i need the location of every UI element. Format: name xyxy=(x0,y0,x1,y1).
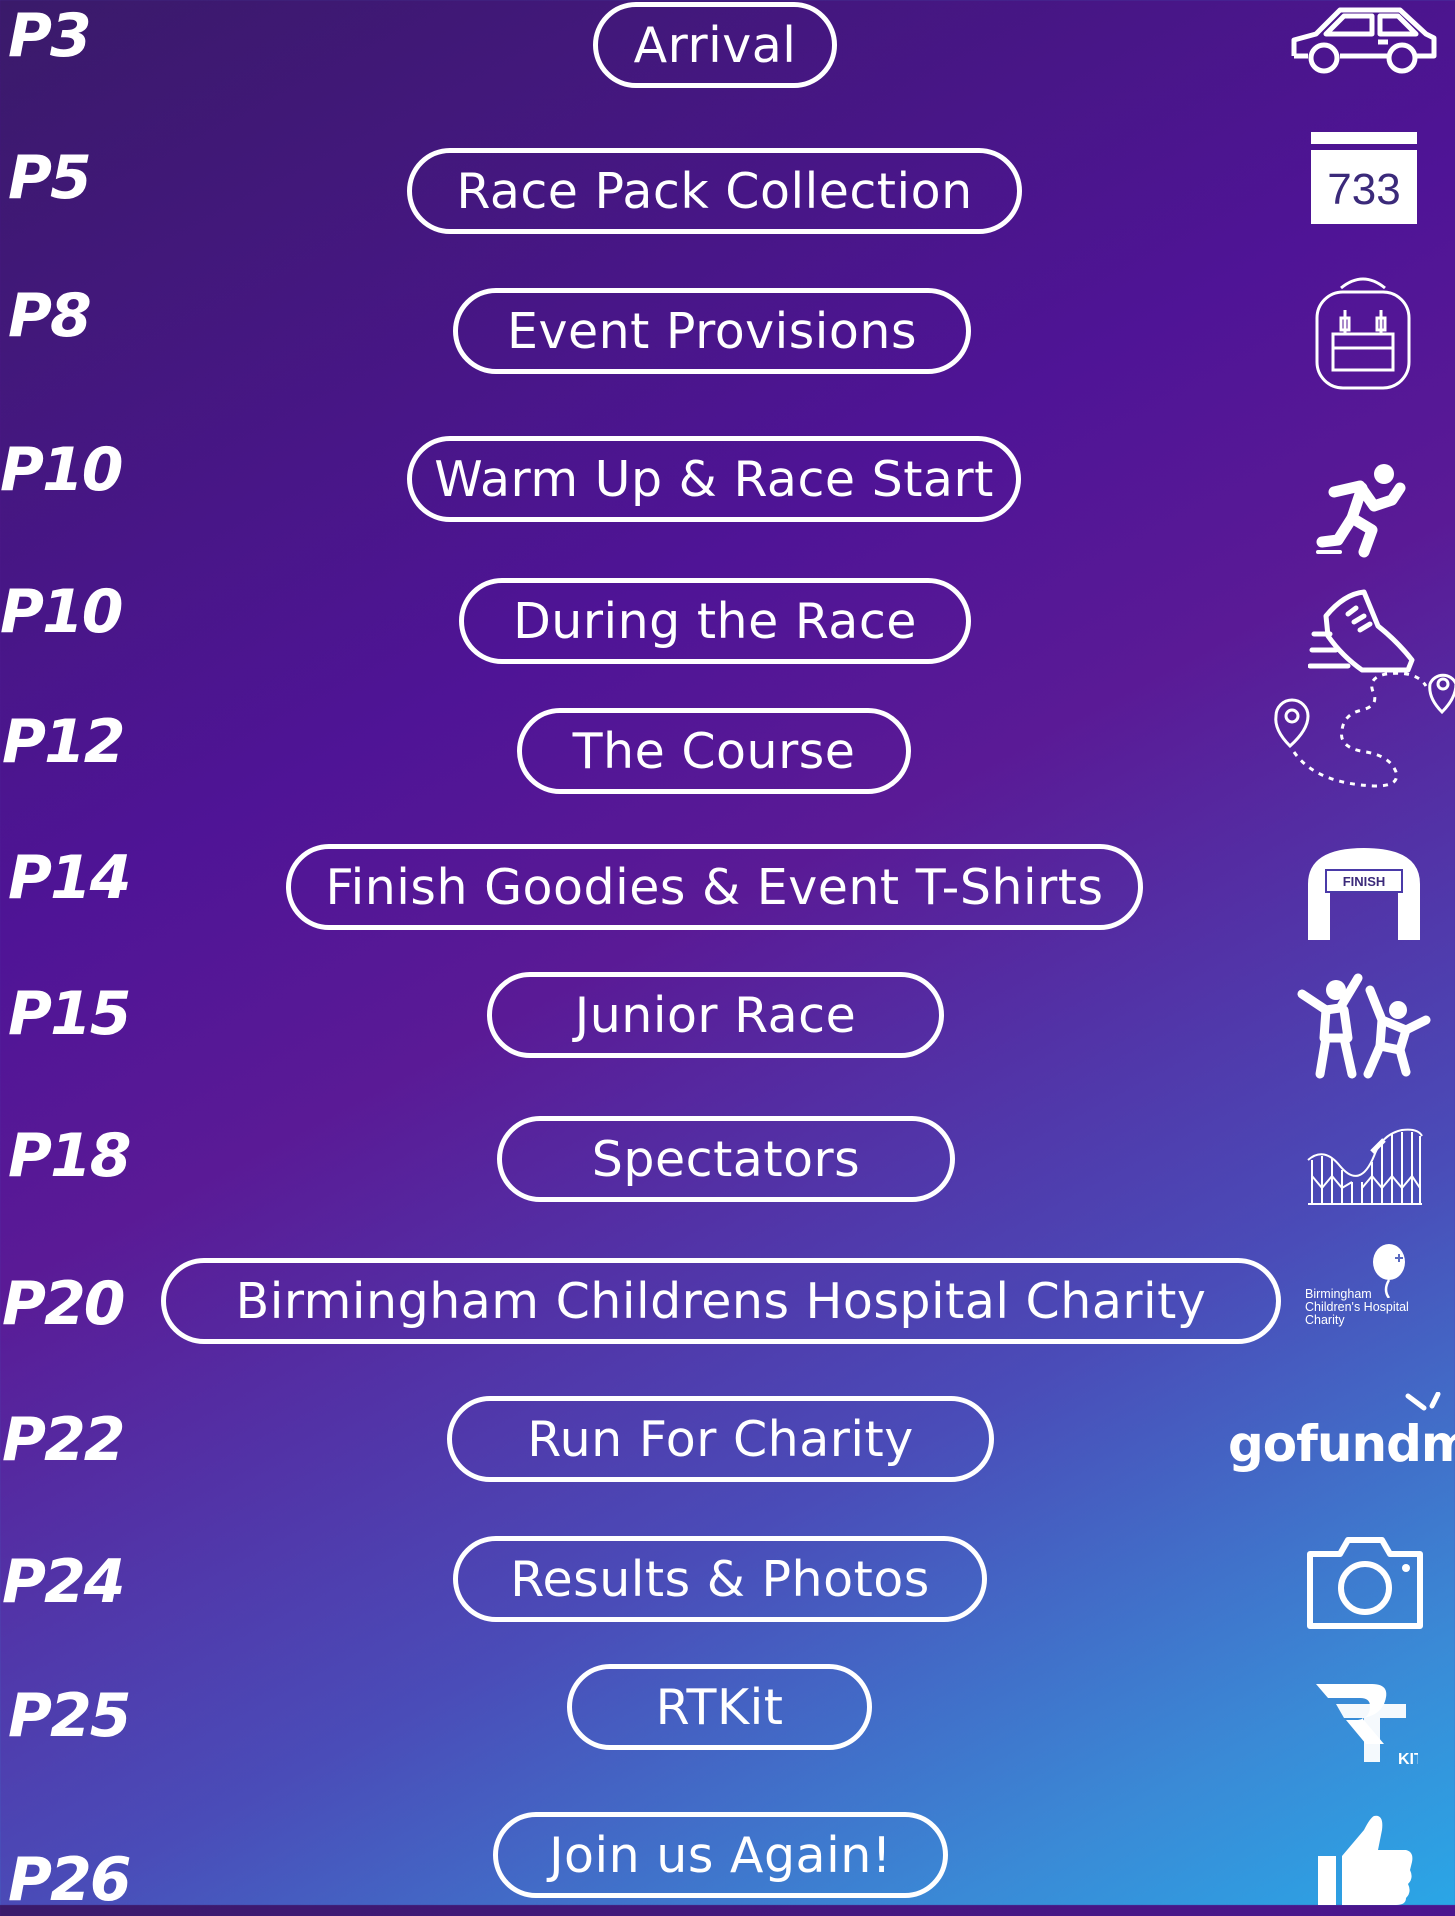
gofundme-wordmark: gofundm xyxy=(1228,1415,1455,1473)
page-number: P24 xyxy=(2,1547,125,1617)
rollercoaster-icon xyxy=(1306,1126,1424,1206)
finish-text: FINISH xyxy=(1343,874,1386,889)
camera-icon xyxy=(1306,1536,1424,1630)
rtkit-logo: KIT xyxy=(1314,1682,1418,1766)
page-number: P15 xyxy=(8,979,131,1049)
thumbs-up-icon xyxy=(1318,1812,1414,1905)
page-number: P10 xyxy=(0,435,123,505)
gofundme-logo: gofundm xyxy=(1228,1392,1455,1482)
toc-link-the-course[interactable]: The Course xyxy=(517,708,911,794)
children-jumping-icon xyxy=(1296,972,1432,1082)
toc-link-arrival[interactable]: Arrival xyxy=(593,2,837,88)
toc-link-run-for-charity[interactable]: Run For Charity xyxy=(447,1396,994,1482)
bib-number: 733 xyxy=(1327,165,1400,214)
runner-icon xyxy=(1314,460,1414,558)
page-number: P22 xyxy=(2,1405,125,1475)
bch-logo-text: Birmingham Children's Hospital Charity xyxy=(1305,1287,1409,1327)
page-number: P8 xyxy=(8,281,92,351)
page-number: P26 xyxy=(8,1845,131,1915)
toc-link-race-pack-collection[interactable]: Race Pack Collection xyxy=(407,148,1022,234)
page-number: P5 xyxy=(8,143,92,213)
toc-link-finish-goodies[interactable]: Finish Goodies & Event T-Shirts xyxy=(286,844,1143,930)
route-map-pin-icon xyxy=(1266,656,1455,816)
toc-link-results-photos[interactable]: Results & Photos xyxy=(453,1536,987,1622)
toc-link-spectators[interactable]: Spectators xyxy=(497,1116,955,1202)
toc-link-during-the-race[interactable]: During the Race xyxy=(459,578,971,664)
toc-link-warm-up-race-start[interactable]: Warm Up & Race Start xyxy=(407,436,1021,522)
page-number: P3 xyxy=(8,1,92,71)
car-icon xyxy=(1288,2,1440,76)
page-number: P18 xyxy=(8,1121,131,1191)
toc-link-birmingham-childrens-hospital-charity[interactable]: Birmingham Childrens Hospital Charity xyxy=(161,1258,1281,1344)
page-number: P25 xyxy=(8,1681,131,1751)
page-number: P20 xyxy=(2,1269,125,1339)
finish-arch-icon: FINISH xyxy=(1304,844,1424,940)
toc-link-join-us-again[interactable]: Join us Again! xyxy=(493,1812,948,1898)
toc-link-event-provisions[interactable]: Event Provisions xyxy=(453,288,971,374)
toc-link-junior-race[interactable]: Junior Race xyxy=(487,972,944,1058)
page-number: P12 xyxy=(2,707,125,777)
bch-charity-logo: Birmingham Children's Hospital Charity xyxy=(1305,1240,1429,1344)
rtkit-kit-text: KIT xyxy=(1398,1751,1418,1766)
page-number: P14 xyxy=(8,843,131,913)
toc-link-rtkit[interactable]: RTKit xyxy=(567,1664,872,1750)
page-number: P10 xyxy=(0,577,123,647)
backpack-icon xyxy=(1311,274,1415,392)
race-number-bib-icon: 733 xyxy=(1311,132,1417,224)
